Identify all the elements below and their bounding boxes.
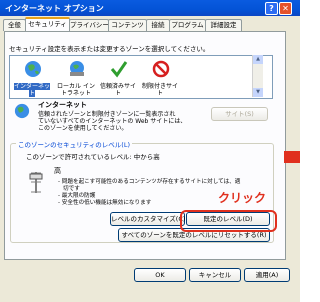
zone-description-line3: このゾーンを使用してください。	[38, 125, 128, 132]
tab-privacy[interactable]: プライバシー	[69, 19, 109, 31]
no-entry-icon	[152, 60, 170, 78]
tab-connections[interactable]: 接続	[146, 19, 170, 31]
internet-zone-globe-icon	[14, 103, 30, 119]
help-button[interactable]: ?	[265, 2, 278, 15]
click-highlight-box	[180, 210, 277, 232]
cancel-button[interactable]: キャンセル	[189, 268, 241, 282]
globe-icon	[25, 61, 41, 77]
zone-internet[interactable]: インターネット	[12, 57, 52, 97]
level-name: 高	[54, 167, 61, 175]
zone-local-intranet-label: ローカル イントラネット	[57, 83, 95, 97]
zone-restricted-sites-label: 制限付きサイト	[141, 83, 178, 97]
sites-button[interactable]: サイト(S)	[211, 107, 268, 121]
scroll-down-icon[interactable]: ▼	[253, 88, 263, 97]
tab-programs[interactable]: プログラム	[169, 19, 206, 31]
click-annotation: クリック	[218, 191, 267, 205]
scroll-up-icon[interactable]: ▲	[253, 55, 263, 64]
apply-button[interactable]: 適用(A)	[244, 268, 290, 282]
tab-advanced[interactable]: 詳細設定	[205, 19, 242, 31]
zone-trusted-sites-label: 信頼済みサイト	[99, 83, 136, 97]
allowed-levels-text: このゾーンで許可されているレベル: 中から高	[26, 153, 160, 161]
checkmark-icon	[110, 61, 128, 78]
close-button[interactable]: ✕	[279, 2, 292, 15]
internet-options-window: インターネット オプション ? ✕ 全般 セキュリティ プライバシー コンテンツ…	[0, 0, 300, 302]
level-bullet-1: - 問題を起こす可能性のあるコンテンツが存在するサイトに対しては、適	[58, 179, 241, 185]
title-bar: インターネット オプション ? ✕	[0, 0, 300, 16]
zone-trusted-sites[interactable]: 信頼済みサイト	[98, 57, 138, 97]
zone-instruction: セキュリティ設定を表示または変更するゾーンを選択してください。	[9, 45, 210, 53]
zone-restricted-sites[interactable]: 制限付きサイト	[140, 57, 180, 97]
red-arrow-marker	[284, 151, 300, 163]
zone-list-scrollbar[interactable]: ▲ ▼	[252, 55, 263, 97]
level-bullet-3: - 安全性の低い機能は無効になります	[58, 200, 152, 206]
tab-general[interactable]: 全般	[3, 19, 26, 31]
zone-internet-label: インターネット	[13, 83, 50, 97]
window-title: インターネット オプション	[5, 4, 104, 13]
custom-level-button[interactable]: レベルのカスタマイズ(C)...	[110, 212, 192, 226]
tab-content[interactable]: コンテンツ	[108, 19, 147, 31]
zone-list[interactable]: インターネット ローカル イントラネット 信頼済みサイト 制限付きサイト	[9, 55, 273, 99]
security-level-slider[interactable]	[29, 171, 44, 194]
ok-button[interactable]: OK	[134, 268, 186, 282]
intranet-icon	[70, 61, 84, 76]
security-level-label: このゾーンのセキュリティのレベル(L)	[16, 139, 132, 149]
zone-local-intranet[interactable]: ローカル イントラネット	[56, 57, 96, 97]
